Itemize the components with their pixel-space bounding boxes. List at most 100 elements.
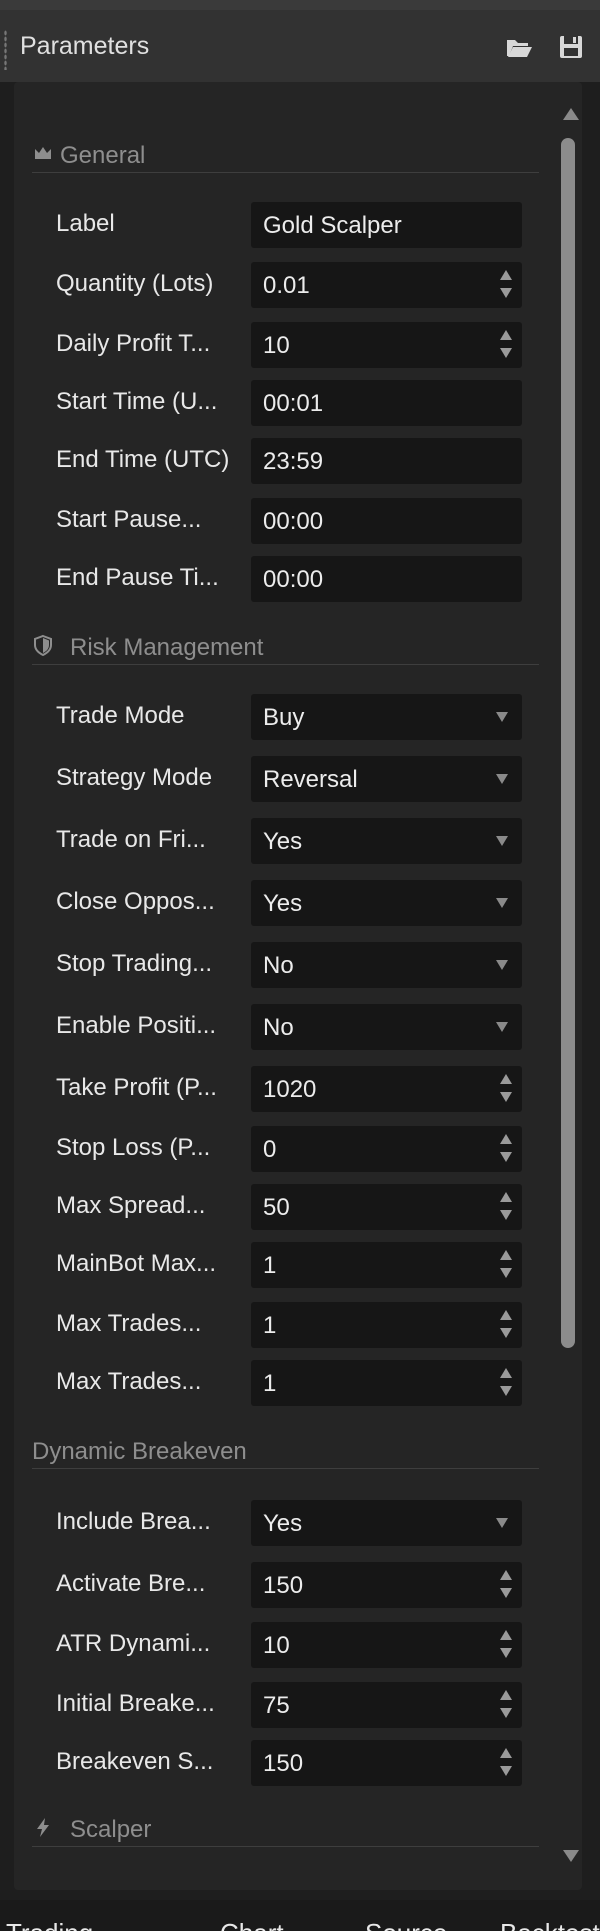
section-risk-management[interactable]: Risk Management xyxy=(32,630,539,665)
start-pause-input[interactable]: 00:00 xyxy=(251,498,522,544)
bottom-tab-bar: Trading Chart Source Backtesting xyxy=(0,1900,600,1931)
initial-breakeven-stepper[interactable]: 75 xyxy=(251,1682,522,1728)
crown-icon xyxy=(35,147,51,159)
chevron-down-icon xyxy=(496,960,508,970)
stop-loss-stepper[interactable]: 0 xyxy=(251,1126,522,1172)
param-label: Trade Mode xyxy=(56,702,185,729)
spinner-arrows-icon[interactable] xyxy=(500,1570,514,1600)
param-label: Take Profit (P... xyxy=(56,1074,217,1101)
close-opposite-select[interactable]: Yes xyxy=(251,880,522,926)
param-label: Activate Bre... xyxy=(56,1570,206,1597)
trade-mode-select[interactable]: Buy xyxy=(251,694,522,740)
panel-title: Parameters xyxy=(20,31,150,60)
spinner-arrows-icon[interactable] xyxy=(500,1630,514,1660)
enable-position-select[interactable]: No xyxy=(251,1004,522,1050)
tab-backtesting[interactable]: Backtesting xyxy=(500,1918,600,1931)
tab-chart[interactable]: Chart xyxy=(220,1918,284,1931)
take-profit-stepper[interactable]: 1020 xyxy=(251,1066,522,1112)
param-row: Label Gold Scalper xyxy=(56,202,540,248)
spinner-arrows-icon[interactable] xyxy=(500,1368,514,1398)
param-label: Enable Positi... xyxy=(56,1012,217,1039)
section-label: Scalper xyxy=(70,1816,152,1843)
tab-trading[interactable]: Trading xyxy=(6,1918,93,1931)
param-row: Include Brea... Yes xyxy=(56,1500,540,1546)
atr-dynamic-stepper[interactable]: 10 xyxy=(251,1622,522,1668)
param-label: Trade on Fri... xyxy=(56,826,206,853)
end-pause-input[interactable]: 00:00 xyxy=(251,556,522,602)
trade-on-friday-select[interactable]: Yes xyxy=(251,818,522,864)
folder-open-icon[interactable] xyxy=(504,32,534,62)
param-row: Trade on Fri... Yes xyxy=(56,818,540,864)
tab-source[interactable]: Source xyxy=(365,1918,447,1931)
param-label: Max Trades... xyxy=(56,1310,202,1337)
spinner-arrows-icon[interactable] xyxy=(500,330,514,360)
section-label: General xyxy=(60,142,146,169)
spinner-arrows-icon[interactable] xyxy=(500,1134,514,1164)
spinner-arrows-icon[interactable] xyxy=(500,1074,514,1104)
spinner-arrows-icon[interactable] xyxy=(500,1690,514,1720)
strategy-mode-select[interactable]: Reversal xyxy=(251,756,522,802)
spinner-arrows-icon[interactable] xyxy=(500,1748,514,1778)
max-spread-stepper[interactable]: 50 xyxy=(251,1184,522,1230)
lightning-icon xyxy=(37,1818,49,1837)
spinner-arrows-icon[interactable] xyxy=(500,1192,514,1222)
param-label: ATR Dynami... xyxy=(56,1630,211,1657)
param-label: Daily Profit T... xyxy=(56,330,211,357)
section-general[interactable]: General xyxy=(32,138,539,173)
param-row: Breakeven S... 150 xyxy=(56,1740,540,1786)
param-row: Quantity (Lots) 0.01 xyxy=(56,262,540,308)
start-time-input[interactable]: 00:01 xyxy=(251,380,522,426)
mainbot-max-stepper[interactable]: 1 xyxy=(251,1242,522,1288)
param-row: Trade Mode Buy xyxy=(56,694,540,740)
param-row: Stop Loss (P... 0 xyxy=(56,1126,540,1172)
param-row: Take Profit (P... 1020 xyxy=(56,1066,540,1112)
param-label: Initial Breake... xyxy=(56,1690,215,1717)
parameters-header: Parameters xyxy=(0,10,600,82)
save-icon[interactable] xyxy=(556,32,586,62)
param-row: Enable Positi... No xyxy=(56,1004,540,1050)
spinner-arrows-icon[interactable] xyxy=(500,1250,514,1280)
scroll-down-arrow-icon[interactable] xyxy=(563,1850,579,1862)
param-label: End Time (UTC) xyxy=(56,446,230,473)
chevron-down-icon xyxy=(496,774,508,784)
param-label: Include Brea... xyxy=(56,1508,211,1535)
section-label: Dynamic Breakeven xyxy=(32,1438,247,1465)
param-row: Max Spread... 50 xyxy=(56,1184,540,1230)
param-label: Label xyxy=(56,210,115,237)
stop-trading-select[interactable]: No xyxy=(251,942,522,988)
label-input[interactable]: Gold Scalper xyxy=(251,202,522,248)
param-row: Max Trades... 1 xyxy=(56,1360,540,1406)
section-dynamic-breakeven[interactable]: Dynamic Breakeven xyxy=(32,1434,539,1469)
chevron-down-icon xyxy=(496,1518,508,1528)
quantity-stepper[interactable]: 0.01 xyxy=(251,262,522,308)
scrollbar-thumb[interactable] xyxy=(561,138,575,1348)
max-trades-stepper[interactable]: 1 xyxy=(251,1360,522,1406)
param-row: Start Pause... 00:00 xyxy=(56,498,540,544)
end-time-input[interactable]: 23:59 xyxy=(251,438,522,484)
param-label: Stop Loss (P... xyxy=(56,1134,211,1161)
param-row: Daily Profit T... 10 xyxy=(56,322,540,368)
include-breakeven-select[interactable]: Yes xyxy=(251,1500,522,1546)
breakeven-step-stepper[interactable]: 150 xyxy=(251,1740,522,1786)
chevron-down-icon xyxy=(496,1022,508,1032)
param-label: Start Pause... xyxy=(56,506,202,533)
spinner-arrows-icon[interactable] xyxy=(500,1310,514,1340)
param-label: Start Time (U... xyxy=(56,388,218,415)
param-row: Activate Bre... 150 xyxy=(56,1562,540,1608)
parameters-panel: General Label Gold Scalper Quantity (Lot… xyxy=(14,82,582,1890)
drag-grip[interactable] xyxy=(4,30,7,70)
max-trades-stepper[interactable]: 1 xyxy=(251,1302,522,1348)
section-scalper[interactable]: Scalper xyxy=(32,1812,539,1847)
chevron-down-icon xyxy=(496,712,508,722)
daily-profit-stepper[interactable]: 10 xyxy=(251,322,522,368)
param-row: End Time (UTC) 23:59 xyxy=(56,438,540,484)
vertical-scrollbar[interactable] xyxy=(558,82,580,1890)
param-label: Strategy Mode xyxy=(56,764,213,791)
scroll-up-arrow-icon[interactable] xyxy=(563,108,579,120)
section-label: Risk Management xyxy=(70,634,264,661)
param-row: Max Trades... 1 xyxy=(56,1302,540,1348)
param-row: Strategy Mode Reversal xyxy=(56,756,540,802)
param-row: Start Time (U... 00:01 xyxy=(56,380,540,426)
activate-breakeven-stepper[interactable]: 150 xyxy=(251,1562,522,1608)
spinner-arrows-icon[interactable] xyxy=(500,270,514,300)
